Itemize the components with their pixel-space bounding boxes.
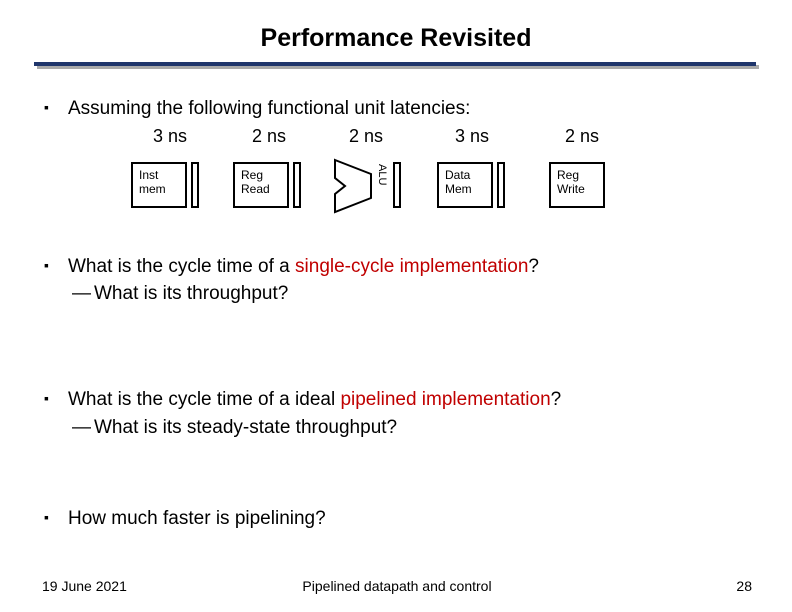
unit-label: Reg Write (557, 168, 585, 196)
pipeline-latch (393, 162, 401, 208)
unit-label: Inst mem (139, 168, 166, 196)
unit-data-mem: Data Mem (437, 162, 493, 208)
slide-title: Performance Revisited (0, 24, 792, 53)
alu-label: ALU (376, 164, 388, 185)
bullet-single-cycle: What is the cycle time of a single-cycle… (42, 254, 752, 280)
footer-date: 19 June 2021 (42, 578, 127, 594)
latency-label: 3 ns (153, 126, 187, 147)
text: What is the cycle time of a ideal (68, 389, 340, 410)
unit-label: Reg Read (241, 168, 270, 196)
latency-label: 2 ns (349, 126, 383, 147)
pipeline-latch (191, 162, 199, 208)
footer: Pipelined datapath and control 19 June 2… (42, 578, 752, 594)
latency-label: 2 ns (565, 126, 599, 147)
text-red: single-cycle implementation (295, 256, 528, 277)
unit-alu: ALU (331, 158, 391, 219)
unit-reg-write: Reg Write (549, 162, 605, 208)
text: ? (528, 256, 539, 277)
bullet-pipelined: What is the cycle time of a ideal pipeli… (42, 387, 752, 413)
unit-reg-read: Reg Read (233, 162, 289, 208)
text-red: pipelined implementation (340, 389, 550, 410)
unit-inst-mem: Inst mem (131, 162, 187, 208)
text: ? (551, 389, 562, 410)
pipeline-diagram: 3 ns 2 ns 2 ns 3 ns 2 ns Inst mem Reg Re… (135, 126, 685, 222)
slide: Performance Revisited Assuming the follo… (0, 0, 792, 612)
latency-label: 3 ns (455, 126, 489, 147)
pipeline-latch (497, 162, 505, 208)
bullet-latencies: Assuming the following functional unit l… (42, 96, 752, 122)
unit-row: Inst mem Reg Read ALU Data Mem Reg Write (135, 156, 685, 216)
latency-label: 2 ns (252, 126, 286, 147)
bullet-faster: How much faster is pipelining? (42, 506, 752, 532)
text: What is the cycle time of a (68, 256, 295, 277)
footer-center: Pipelined datapath and control (42, 578, 752, 594)
sub-throughput: What is its throughput? (72, 281, 752, 307)
pipeline-latch (293, 162, 301, 208)
unit-label: Data Mem (445, 168, 472, 196)
footer-page: 28 (736, 578, 752, 594)
sub-steady-throughput: What is its steady-state throughput? (72, 415, 752, 441)
